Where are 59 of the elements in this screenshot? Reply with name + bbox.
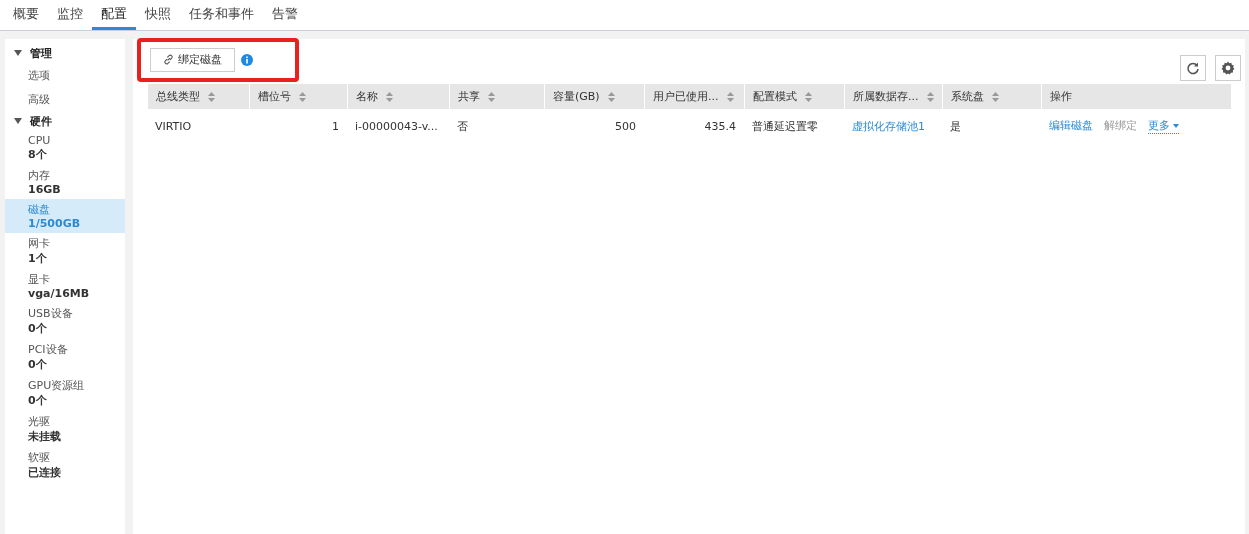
sidebar-item[interactable]: 显卡 vga/16MB xyxy=(5,269,125,303)
sidebar-item[interactable]: USB设备 0个 xyxy=(5,303,125,339)
table-cell-text: i-00000043-v... xyxy=(354,119,439,133)
caret-icon xyxy=(1173,123,1179,128)
table-cell-text: 普通延迟置零 xyxy=(751,118,819,134)
table-cell-text: 1 xyxy=(331,119,340,133)
table-cell-text: 500 xyxy=(614,119,637,133)
column-header[interactable]: 名称 xyxy=(347,84,449,109)
tab[interactable]: 任务和事件 xyxy=(180,0,263,30)
column-header[interactable]: 配置模式 xyxy=(744,84,844,109)
tab[interactable]: 监控 xyxy=(48,0,92,30)
table-cell-text: 435.4 xyxy=(703,119,737,133)
table-cell-text: 是 xyxy=(949,118,962,134)
column-header: 操作 xyxy=(1041,84,1231,109)
settings-icon xyxy=(1221,60,1235,75)
sort-icon[interactable] xyxy=(488,91,495,102)
sidebar-item[interactable]: 光驱 未挂载 xyxy=(5,411,125,447)
sidebar-item[interactable]: 软驱 已连接 xyxy=(5,447,125,483)
tab[interactable]: 配置 xyxy=(92,0,136,30)
sidebar-item[interactable]: 高级 xyxy=(5,87,125,111)
expand-triangle-icon[interactable] xyxy=(14,50,22,56)
column-header[interactable]: 容量(GB) xyxy=(544,84,644,109)
sort-icon[interactable] xyxy=(805,91,812,102)
group-label[interactable]: 硬件 xyxy=(30,113,52,129)
sidebar-item[interactable]: 网卡 1个 xyxy=(5,233,125,269)
tab[interactable]: 快照 xyxy=(136,0,180,30)
sort-icon[interactable] xyxy=(992,91,999,102)
column-header[interactable]: 槽位号 xyxy=(249,84,347,109)
info-icon[interactable] xyxy=(241,53,253,66)
link-icon xyxy=(163,54,174,65)
sort-icon[interactable] xyxy=(607,91,615,102)
settings-button[interactable] xyxy=(1215,54,1241,81)
storage-pool-link[interactable]: 虚拟化存储池1 xyxy=(852,119,925,133)
more-dropdown[interactable]: 更多 xyxy=(1148,118,1179,134)
column-header[interactable]: 系统盘 xyxy=(942,84,1041,109)
bind-disk-button[interactable]: 绑定磁盘 xyxy=(150,47,235,72)
refresh-icon xyxy=(1186,60,1200,75)
refresh-button[interactable] xyxy=(1180,54,1206,81)
sidebar-item[interactable]: PCI设备 0个 xyxy=(5,339,125,375)
expand-triangle-icon[interactable] xyxy=(14,118,22,124)
sidebar-item[interactable]: 选项 xyxy=(5,63,125,87)
action-link[interactable]: 编辑磁盘 xyxy=(1049,118,1093,134)
table-cell-text: VIRTIO xyxy=(154,119,193,133)
sort-icon[interactable] xyxy=(299,91,306,102)
column-header[interactable]: 用户已使用... xyxy=(644,84,744,109)
tab[interactable]: 告警 xyxy=(263,0,307,30)
sort-icon[interactable] xyxy=(386,91,393,102)
sort-icon[interactable] xyxy=(926,91,934,102)
group-label[interactable]: 管理 xyxy=(30,45,52,61)
sidebar-item[interactable]: 内存 16GB xyxy=(5,165,125,199)
sort-icon[interactable] xyxy=(726,91,734,102)
column-header[interactable]: 共享 xyxy=(449,84,544,109)
table-cell-text: 否 xyxy=(456,118,469,134)
column-header[interactable]: 总线类型 xyxy=(147,84,249,109)
column-header[interactable]: 所属数据存... xyxy=(844,84,942,109)
sort-icon[interactable] xyxy=(208,91,215,102)
sidebar-item[interactable]: GPU资源组 0个 xyxy=(5,375,125,411)
sidebar-item[interactable]: CPU 8个 xyxy=(5,131,125,165)
tab[interactable]: 概要 xyxy=(4,0,48,30)
